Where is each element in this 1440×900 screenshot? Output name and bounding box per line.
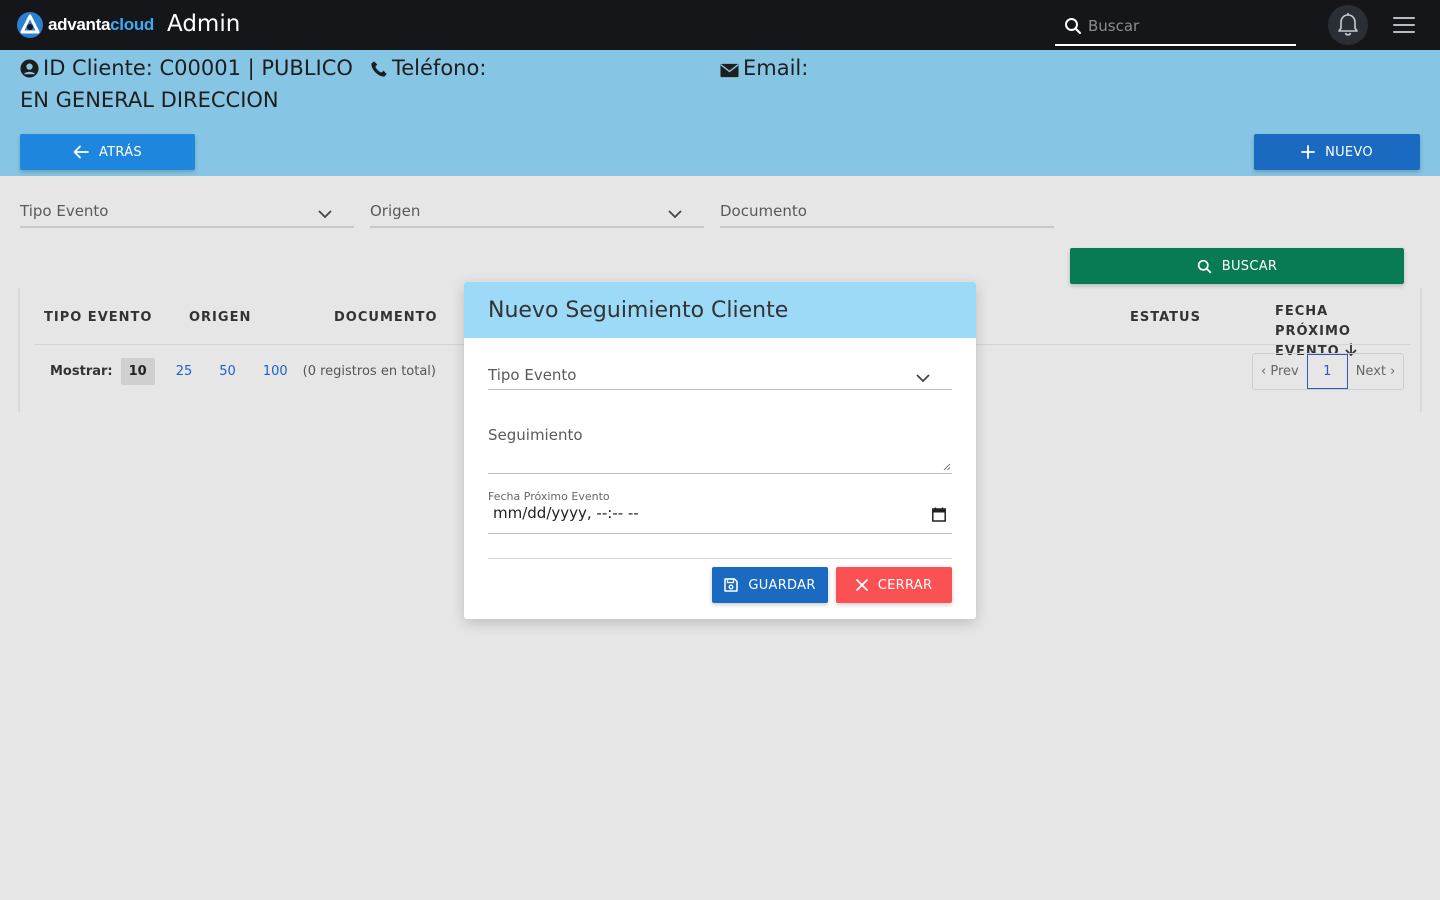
pagination: ‹ Prev 1 Next › [1252, 353, 1405, 390]
brand-logo[interactable]: advantacloud [16, 11, 154, 39]
save-button-label: GUARDAR [748, 577, 816, 593]
back-button[interactable]: ATRÁS [20, 134, 195, 170]
save-button[interactable]: GUARDAR [712, 567, 828, 603]
column-header-estatus[interactable]: ESTATUS [1130, 310, 1201, 325]
page-size-25[interactable]: 25 [168, 358, 201, 385]
new-followup-modal: Nuevo Seguimiento Cliente Tipo Evento Se… [464, 282, 976, 619]
search-button-label: BUSCAR [1221, 258, 1278, 274]
phone-icon [371, 61, 387, 77]
search-button[interactable]: BUSCAR [1070, 248, 1404, 284]
filter-documento-label: Documento [720, 202, 807, 220]
bell-icon [1338, 13, 1358, 36]
floppy-disk-icon [724, 578, 739, 592]
chevron-down-icon [318, 210, 332, 219]
column-header-tipo-evento[interactable]: TIPO EVENTO [44, 310, 152, 325]
client-phone: Teléfono: [370, 52, 486, 84]
seguimiento-label: Seguimiento [488, 426, 583, 444]
back-button-label: ATRÁS [99, 144, 142, 160]
page-size-50[interactable]: 50 [211, 358, 244, 385]
records-total: (0 registros en total) [302, 364, 436, 379]
brand-name: advantacloud [48, 15, 154, 34]
close-button[interactable]: CERRAR [836, 567, 952, 603]
new-button[interactable]: NUEVO [1254, 134, 1420, 170]
chevron-down-icon [668, 210, 682, 219]
global-search[interactable] [1055, 8, 1296, 46]
column-header-origen[interactable]: ORIGEN [189, 310, 251, 325]
modal-footer-divider [488, 558, 952, 559]
phone-label: Teléfono: [392, 56, 487, 80]
client-id-info: ID Cliente: C00001 | PUBLICO EN GENERAL … [20, 52, 370, 116]
search-input[interactable] [1088, 17, 1288, 35]
filter-origen-label: Origen [370, 202, 421, 220]
close-icon [855, 579, 868, 591]
filter-documento-input[interactable]: Documento [720, 202, 1054, 228]
modal-title: Nuevo Seguimiento Cliente [488, 297, 789, 323]
notifications-button[interactable] [1328, 5, 1368, 45]
fecha-label: Fecha Próximo Evento [488, 490, 610, 503]
seguimiento-textarea[interactable]: Seguimiento [488, 426, 952, 474]
page-1-button[interactable]: 1 [1306, 354, 1348, 389]
client-email: Email: [720, 52, 808, 84]
top-navbar: advantacloud Admin [0, 0, 1440, 50]
filter-origen-select[interactable]: Origen [370, 202, 704, 228]
filter-tipo-evento-label: Tipo Evento [20, 202, 109, 220]
fecha-datetime-input[interactable]: mm/dd/yyyy, --:-- -- [488, 504, 952, 534]
arrow-left-icon [73, 145, 89, 159]
user-circle-icon [20, 59, 39, 78]
next-page-button[interactable]: Next › [1348, 354, 1404, 389]
resize-handle-icon[interactable] [943, 463, 951, 471]
search-icon [1065, 18, 1082, 35]
column-header-fecha-label: FECHA PRÓXIMO EVENTO [1275, 304, 1351, 359]
calendar-icon[interactable] [932, 507, 946, 522]
envelope-icon [720, 63, 739, 78]
fecha-value: mm/dd/yyyy, --:-- -- [493, 504, 639, 522]
filter-tipo-evento-select[interactable]: Tipo Evento [20, 202, 354, 228]
prev-page-button[interactable]: ‹ Prev [1253, 354, 1307, 389]
chevron-down-icon [916, 374, 930, 383]
modal-tipo-evento-label: Tipo Evento [488, 366, 577, 384]
new-button-label: NUEVO [1325, 144, 1373, 160]
advantacloud-logo-icon [17, 12, 43, 38]
plus-icon [1301, 145, 1315, 159]
email-label: Email: [743, 56, 809, 80]
hamburger-menu-icon[interactable] [1393, 15, 1415, 35]
page-size-10[interactable]: 10 [120, 358, 155, 385]
page-size-selector: Mostrar: 10 25 50 100 (0 registros en to… [50, 358, 436, 385]
modal-header: Nuevo Seguimiento Cliente [464, 282, 976, 338]
column-header-documento[interactable]: DOCUMENTO [334, 310, 438, 325]
close-button-label: CERRAR [877, 577, 933, 593]
client-id-text: ID Cliente: C00001 | PUBLICO EN GENERAL … [20, 56, 353, 112]
search-icon [1197, 259, 1211, 273]
modal-tipo-evento-select[interactable]: Tipo Evento [488, 366, 952, 390]
app-title: Admin [167, 11, 241, 37]
show-label: Mostrar: [50, 364, 113, 379]
page-size-100[interactable]: 100 [255, 358, 296, 385]
